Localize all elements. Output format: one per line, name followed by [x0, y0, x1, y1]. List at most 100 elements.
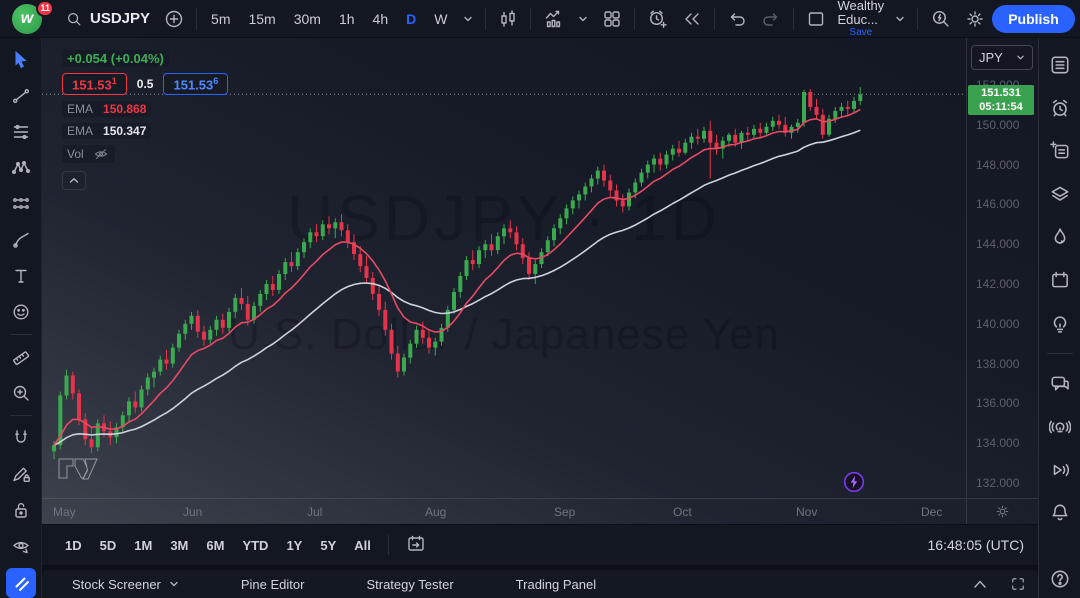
right-sidebar — [1038, 38, 1080, 598]
layout-select-button[interactable] — [799, 5, 833, 33]
timeframe-5m[interactable]: 5m — [202, 5, 239, 33]
range-6m[interactable]: 6M — [197, 534, 233, 557]
divider — [485, 8, 486, 30]
chevron-down-icon — [169, 580, 179, 588]
timeframe-30m[interactable]: 30m — [285, 5, 330, 33]
save-layout-link[interactable]: Save — [849, 27, 872, 38]
tab-stock-screener[interactable]: Stock Screener — [68, 577, 183, 592]
undo-icon — [727, 9, 747, 29]
chart-settings-button[interactable] — [958, 5, 992, 33]
ask-price-box[interactable]: 151.536 — [163, 73, 228, 95]
range-1m[interactable]: 1M — [125, 534, 161, 557]
server-clock[interactable]: 16:48:05 (UTC) — [928, 537, 1024, 553]
axis-settings-corner[interactable] — [966, 498, 1038, 524]
range-5y[interactable]: 5Y — [311, 534, 345, 557]
time-axis[interactable]: MayJunJulAugSepOctNovDec — [42, 498, 966, 524]
legend-collapse-button[interactable] — [62, 171, 86, 190]
interval-menu-button[interactable] — [456, 5, 480, 33]
zoom-in-icon — [11, 383, 31, 403]
smiley-icon — [11, 302, 31, 322]
tradingview-logo-watermark[interactable] — [58, 458, 98, 480]
indicators-button[interactable] — [536, 5, 571, 33]
ema-slow-row[interactable]: EMA 150.347 — [62, 123, 151, 139]
timeframe-w[interactable]: W — [425, 5, 456, 33]
zoom-in-tool-button[interactable] — [6, 379, 36, 407]
timeframe-1h[interactable]: 1h — [330, 5, 364, 33]
chart-area[interactable]: USDJPY · 1D U.S. Dollar / Japanese Yen +… — [42, 38, 1038, 524]
range-1d[interactable]: 1D — [56, 534, 91, 557]
cursor-tool-button[interactable] — [6, 46, 36, 74]
range-3m[interactable]: 3M — [161, 534, 197, 557]
layout-name-button[interactable]: Wealthy Educ... Save — [833, 0, 888, 38]
plus-circle-icon — [164, 9, 184, 29]
measure-tool-button[interactable] — [6, 343, 36, 371]
chart-style-button[interactable] — [491, 5, 525, 33]
pine-editor-label: Pine Editor — [241, 577, 305, 592]
watchlist-button[interactable] — [1047, 52, 1073, 78]
boost-lightning-button[interactable] — [843, 471, 865, 493]
brush-tool-button[interactable] — [6, 226, 36, 254]
tab-trading-panel[interactable]: Trading Panel — [512, 577, 600, 592]
bell-icon — [1049, 502, 1071, 524]
ideas-button[interactable] — [1047, 310, 1073, 336]
fullscreen-icon[interactable] — [1010, 576, 1026, 592]
notifications-button[interactable] — [1047, 500, 1073, 526]
undo-button[interactable] — [720, 5, 754, 33]
price-scale[interactable]: JPY 152.000150.000148.000146.000144.0001… — [966, 38, 1038, 498]
create-alert-button[interactable] — [640, 5, 675, 33]
alerts-button[interactable] — [1047, 95, 1073, 121]
indicators-menu-button[interactable] — [571, 5, 595, 33]
date-range-toolbar: 1D5D1M3M6MYTD1Y5YAll 16:48:05 (UTC) — [42, 525, 1038, 566]
range-1y[interactable]: 1Y — [277, 534, 311, 557]
tab-strategy-tester[interactable]: Strategy Tester — [362, 577, 457, 592]
expand-panel-chevron-icon[interactable] — [972, 578, 988, 590]
xabcd-pattern-icon — [11, 158, 31, 178]
prediction-tool-button[interactable] — [6, 190, 36, 218]
quick-search-button[interactable] — [923, 5, 958, 33]
price-tick-label: 150.000 — [976, 118, 1019, 132]
currency-unit-button[interactable]: JPY — [971, 45, 1033, 70]
range-5d[interactable]: 5D — [91, 534, 126, 557]
bid-price-box[interactable]: 151.531 — [62, 73, 127, 95]
publish-button[interactable]: Publish — [992, 5, 1075, 33]
time-axis-label: May — [53, 505, 76, 519]
indicator-templates-button[interactable] — [595, 5, 629, 33]
object-tree-button[interactable] — [1047, 181, 1073, 207]
ema-fast-row[interactable]: EMA 150.868 — [62, 101, 151, 117]
compare-add-button[interactable] — [157, 5, 191, 33]
help-button[interactable] — [1047, 566, 1073, 592]
redo-button[interactable] — [754, 5, 788, 33]
magnet-mode-button[interactable] — [6, 424, 36, 452]
go-to-date-button[interactable] — [397, 530, 435, 561]
trend-line-tool-button[interactable] — [6, 82, 36, 110]
emoji-tool-button[interactable] — [6, 298, 36, 326]
notes-button[interactable] — [1047, 138, 1073, 164]
app-logo[interactable]: w 11 — [12, 3, 52, 35]
calendar-button[interactable] — [1047, 267, 1073, 293]
chat-button[interactable] — [1047, 371, 1073, 397]
timeframe-d[interactable]: D — [397, 5, 425, 33]
streams-button[interactable] — [1047, 414, 1073, 440]
drawing-mode-lock-button[interactable] — [6, 460, 36, 488]
text-tool-button[interactable] — [6, 262, 36, 290]
timeframe-15m[interactable]: 15m — [239, 5, 284, 33]
range-ytd[interactable]: YTD — [233, 534, 277, 557]
hide-drawings-button[interactable] — [6, 532, 36, 560]
eye-slash-icon[interactable] — [92, 146, 110, 162]
hotlists-button[interactable] — [1047, 224, 1073, 250]
layout-menu-button[interactable] — [888, 5, 912, 33]
pattern-tool-button[interactable] — [6, 154, 36, 182]
alert-clock-plus-icon — [647, 8, 668, 29]
symbol-search-button[interactable]: USDJPY — [58, 5, 157, 33]
bar-replay-button[interactable] — [675, 5, 709, 33]
favorite-drawings-toggle[interactable] — [6, 568, 36, 598]
fib-retracement-tool-button[interactable] — [6, 118, 36, 146]
volume-row[interactable]: Vol — [62, 145, 115, 163]
divider — [714, 8, 715, 30]
lock-all-drawings-button[interactable] — [6, 496, 36, 524]
range-all[interactable]: All — [345, 534, 380, 557]
timeframe-4h[interactable]: 4h — [364, 5, 398, 33]
tab-pine-editor[interactable]: Pine Editor — [237, 577, 309, 592]
live-streams-button[interactable] — [1047, 457, 1073, 483]
indicators-icon — [543, 9, 564, 29]
